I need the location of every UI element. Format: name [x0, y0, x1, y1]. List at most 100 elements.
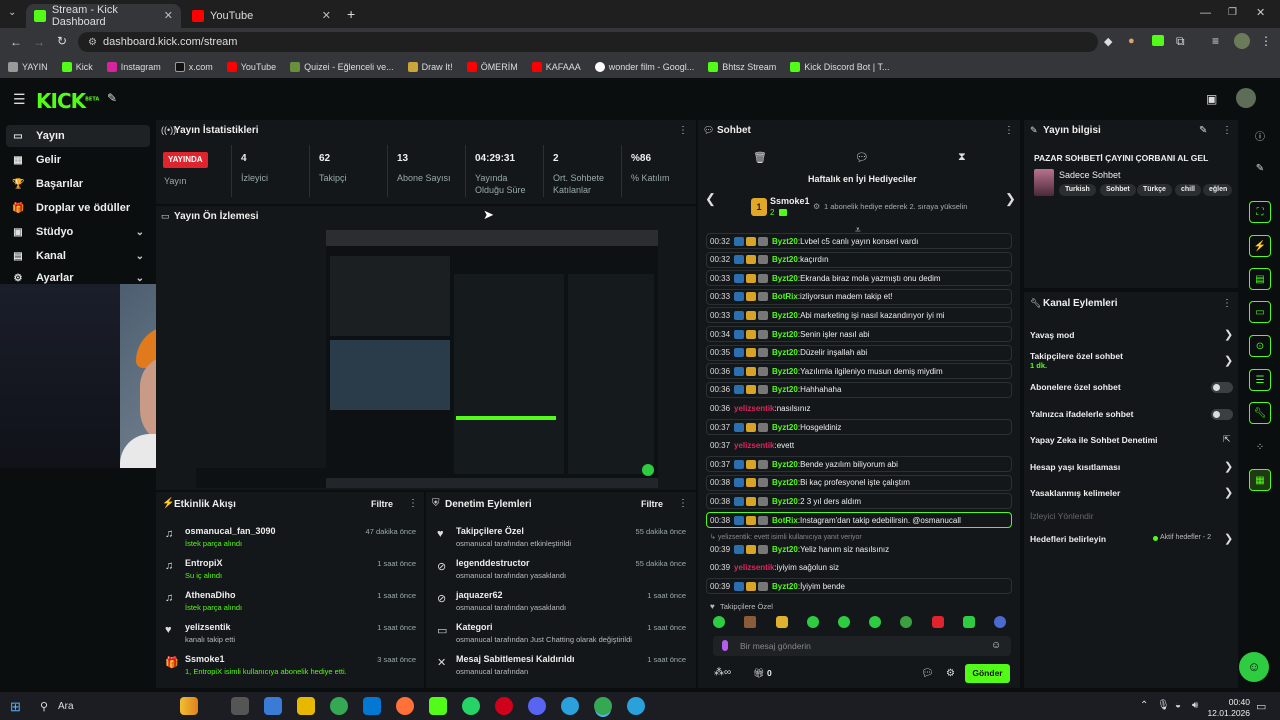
chat-message[interactable]: 00:38 Byzt20: 2 3 yıl ders aldım — [706, 493, 1012, 510]
broadcast-icon[interactable]: ⊙ — [1249, 335, 1271, 357]
dots-icon[interactable]: ⁘ — [1249, 436, 1271, 458]
share-icon[interactable]: ⁂∞ — [714, 667, 731, 678]
whatsapp-icon[interactable] — [462, 697, 480, 715]
more-icon[interactable]: ⋮ — [408, 498, 418, 509]
bookmark-kick[interactable]: Kick — [61, 62, 93, 72]
list-icon[interactable]: ☰ — [1249, 369, 1271, 391]
taskbar-search[interactable]: Ara — [58, 701, 74, 712]
emote-icon[interactable] — [807, 616, 819, 628]
kick-app-icon[interactable] — [429, 697, 447, 715]
info-icon[interactable]: ⓘ — [1249, 124, 1271, 146]
more-icon[interactable]: ⋮ — [678, 498, 688, 509]
pin-icon[interactable]: ✎ — [107, 91, 117, 105]
site-info-icon[interactable]: ⚙ — [88, 37, 97, 48]
tag-chip[interactable]: eğlen — [1203, 184, 1232, 196]
bookmark-wonder-film[interactable]: wonder film - Googl... — [594, 62, 694, 72]
chat-message[interactable]: 00:35 Byzt20: Düzelir inşallah abi — [706, 344, 1012, 361]
message-username[interactable]: Byzt20 — [772, 582, 798, 591]
microphone-icon[interactable]: 🎙︎ — [1157, 700, 1170, 711]
emote-only-toggle[interactable] — [1211, 409, 1233, 420]
send-button[interactable]: Gönder — [965, 664, 1010, 683]
notifications-icon[interactable]: ▭ — [1256, 700, 1266, 713]
chat-message[interactable]: 00:36 Byzt20: Yazılımla ilgileniyo musun … — [706, 363, 1012, 380]
emote-icon[interactable] — [963, 616, 975, 628]
sidebar-item-gelir[interactable]: ▦ Gelir — [6, 149, 150, 171]
extension-icon[interactable]: ● — [1128, 35, 1135, 47]
message-username[interactable]: Byzt20 — [772, 311, 798, 320]
emote-icon[interactable] — [713, 616, 725, 628]
sidebar-item-basarilar[interactable]: 🏆 Başarılar — [6, 173, 150, 195]
bookmark-instagram[interactable]: Instagram — [106, 62, 161, 72]
chat-settings-bubble-icon[interactable]: 💬︎ — [921, 668, 934, 679]
puzzle-icon[interactable]: ⧉ — [1176, 34, 1185, 49]
message-username[interactable]: Byzt20 — [772, 255, 798, 264]
chat-icon[interactable]: ▭ — [1249, 301, 1271, 323]
chat-message[interactable]: 00:33 BotRix: izliyorsun madem takip et! — [706, 288, 1012, 305]
chat-message[interactable]: 00:38 BotRix: Instagram'dan takip edebili… — [706, 512, 1012, 528]
message-username[interactable]: Byzt20 — [772, 274, 798, 283]
chat-bubble-icon[interactable]: 💬︎ — [855, 151, 869, 164]
message-username[interactable]: Byzt20 — [772, 330, 798, 339]
sidebar-item-studyo[interactable]: ▣ Stüdyo ⌄ — [6, 221, 150, 243]
bookmark-kick-discord-bot[interactable]: Kick Discord Bot | T... — [790, 62, 889, 72]
trash-icon[interactable]: 🗑︎ — [753, 151, 767, 164]
kick-extension-icon[interactable] — [1152, 35, 1164, 46]
category-thumbnail[interactable] — [1034, 169, 1054, 196]
discord-icon[interactable] — [528, 697, 546, 715]
sidebar-item-droplar[interactable]: 🎁 Droplar ve ödüller — [6, 197, 150, 219]
bookmark-quizei[interactable]: Quizei - Eğlenceli ve... — [290, 62, 394, 72]
scan-icon[interactable]: ⛶ — [1249, 201, 1271, 223]
tag-chip[interactable]: Turkish — [1059, 184, 1096, 196]
chat-message[interactable]: 00:37 Byzt20: Hosgeldiniz — [706, 419, 1012, 435]
widgets-icon[interactable] — [180, 697, 198, 715]
bookmark-bhtsz-stream[interactable]: Bhtsz Stream — [708, 62, 776, 72]
tag-chip[interactable]: Türkçe — [1137, 184, 1172, 196]
theater-mode-icon[interactable]: ▣ — [1206, 92, 1217, 106]
forward-icon[interactable]: → — [33, 35, 45, 49]
file-explorer-icon[interactable] — [297, 697, 315, 715]
activity-filter-button[interactable]: Filtre — [371, 499, 393, 509]
message-username[interactable]: yelizsentik — [734, 404, 774, 413]
hourglass-icon[interactable]: ⧗ — [958, 151, 966, 164]
dashboard-icon[interactable]: ▦ — [1249, 469, 1271, 491]
bookmark-yayin[interactable]: YAYIN — [8, 62, 48, 72]
chat-message[interactable]: 00:37 yelizsentik: evett — [706, 438, 1012, 454]
preview-video[interactable] — [326, 230, 658, 488]
bookmark-draw-it[interactable]: Draw It! — [407, 62, 453, 72]
back-icon[interactable]: ← — [10, 35, 22, 49]
chat-message[interactable]: 00:39 yelizsentik: iyiyim sağolun siz — [706, 560, 1012, 576]
more-icon[interactable]: ⋮ — [678, 125, 688, 136]
message-username[interactable]: yelizsentik — [734, 441, 774, 450]
close-tab-icon[interactable]: ✕ — [164, 9, 173, 22]
message-username[interactable]: Byzt20 — [772, 237, 798, 246]
edit-icon[interactable]: ✎ — [1199, 125, 1207, 136]
emote-icon[interactable] — [869, 616, 881, 628]
chat-message[interactable]: 00:36 Byzt20: Hahhahaha — [706, 381, 1012, 398]
chat-message[interactable]: 00:32 Byzt20: Lvbel c5 canlı yayın konser… — [706, 233, 1012, 249]
chevron-right-icon[interactable]: ❯ — [1005, 191, 1016, 207]
opera-icon[interactable] — [495, 697, 513, 715]
telegram-icon[interactable] — [561, 697, 579, 715]
chevron-left-icon[interactable]: ❮ — [705, 191, 716, 207]
document-icon[interactable]: ▤ — [1249, 268, 1271, 290]
profile-avatar[interactable] — [1234, 33, 1250, 49]
chat-message[interactable]: 00:33 Byzt20: Ekranda biraz mola yazmıştı… — [706, 270, 1012, 287]
hamburger-menu-icon[interactable]: ☰ — [13, 91, 26, 108]
sidebar-item-kanal[interactable]: ▤ Kanal ⌄ — [6, 245, 150, 267]
emote-icon[interactable] — [838, 616, 850, 628]
chrome-active-icon[interactable] — [594, 697, 612, 715]
emote-icon[interactable] — [994, 616, 1006, 628]
bookmark-youtube[interactable]: YouTube — [226, 62, 276, 72]
reload-icon[interactable]: ↻ — [57, 34, 67, 48]
clock-time[interactable]: 00:40 — [1210, 697, 1250, 707]
user-avatar[interactable] — [1236, 88, 1256, 108]
close-window-icon[interactable]: ✕ — [1256, 6, 1265, 19]
moderation-filter-button[interactable]: Filtre — [641, 499, 663, 509]
emote-icon[interactable] — [744, 616, 756, 628]
tag-chip[interactable]: Sohbet — [1100, 184, 1136, 196]
copilot-icon[interactable] — [264, 697, 282, 715]
message-username[interactable]: Byzt20 — [772, 545, 798, 554]
extension-icon[interactable]: ◆ — [1104, 35, 1112, 48]
emote-icon[interactable] — [776, 616, 788, 628]
chat-message[interactable]: 00:34 Byzt20: Senin işler nasıl abi — [706, 326, 1012, 342]
